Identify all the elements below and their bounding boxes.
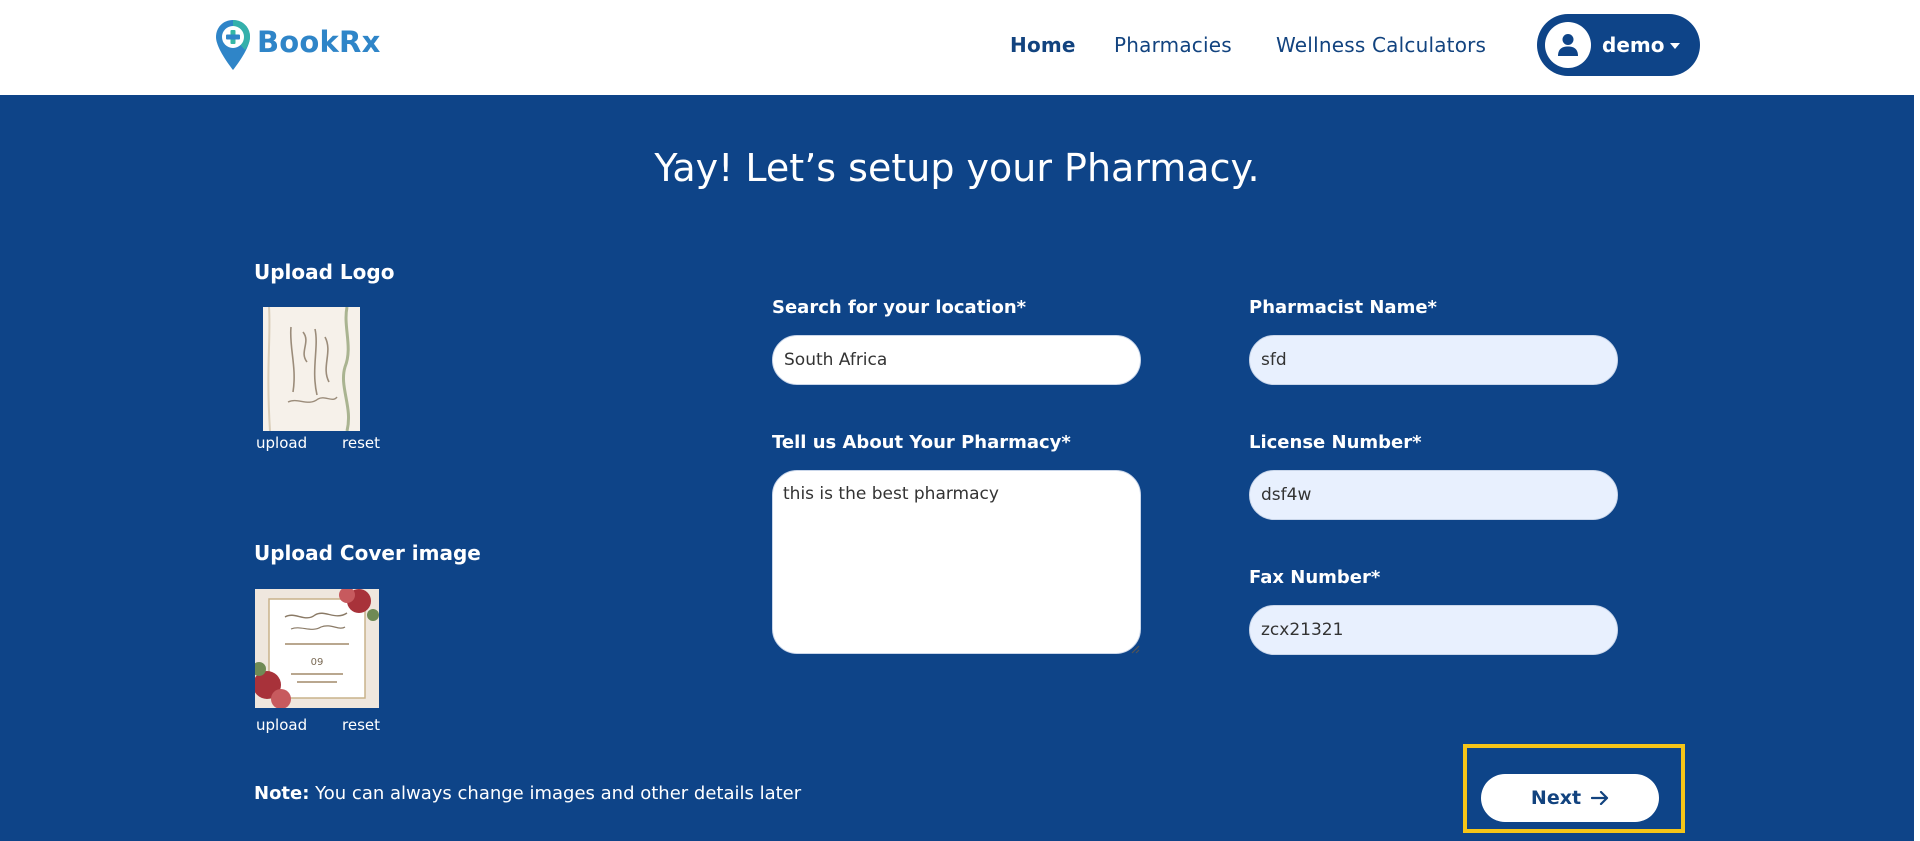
brand-logo[interactable]: BookRx	[214, 19, 380, 71]
user-menu-button[interactable]: demo	[1537, 14, 1700, 76]
fax-number-label: Fax Number*	[1249, 567, 1381, 588]
page-title: Yay! Let’s setup your Pharmacy.	[654, 146, 1260, 190]
location-label: Search for your location*	[772, 297, 1027, 318]
chevron-down-icon	[1670, 43, 1681, 49]
nav-wellness-item[interactable]: Wellness Calculators	[1276, 33, 1486, 57]
logo-reset-link[interactable]: reset	[342, 434, 380, 452]
user-icon	[1558, 34, 1578, 56]
cover-upload-link[interactable]: upload	[256, 716, 307, 734]
about-pharmacy-textarea[interactable]: this is the best pharmacy	[772, 470, 1141, 654]
next-button[interactable]: Next	[1481, 774, 1659, 822]
cover-reset-link[interactable]: reset	[342, 716, 380, 734]
nav-home-item[interactable]: Home	[1010, 33, 1076, 57]
logo-preview-image	[263, 307, 360, 431]
license-number-input[interactable]	[1249, 470, 1618, 520]
top-navbar: BookRx Home Pharmacies Wellness Calculat…	[0, 0, 1914, 95]
note-text: Note: You can always change images and o…	[254, 783, 801, 804]
upload-cover-heading: Upload Cover image	[254, 541, 481, 565]
pharmacist-name-input[interactable]	[1249, 335, 1618, 385]
nav-link-home[interactable]: Home	[1010, 33, 1076, 57]
scrollbar[interactable]	[1914, 0, 1920, 841]
logo-upload-link[interactable]: upload	[256, 434, 307, 452]
user-name: demo	[1602, 33, 1665, 57]
about-label: Tell us About Your Pharmacy*	[772, 432, 1071, 453]
upload-logo-heading: Upload Logo	[254, 260, 395, 284]
brand-name: BookRx	[257, 25, 381, 59]
pharmacist-name-label: Pharmacist Name*	[1249, 297, 1437, 318]
cover-preview-image: 09	[255, 589, 379, 708]
location-search-input[interactable]	[772, 335, 1141, 385]
nav-link-wellness-calculators[interactable]: Wellness Calculators	[1276, 33, 1486, 57]
next-button-label: Next	[1530, 787, 1582, 809]
license-number-label: License Number*	[1249, 432, 1422, 453]
note-body: You can always change images and other d…	[309, 783, 802, 804]
resize-handle-icon[interactable]	[1130, 644, 1140, 654]
svg-text:09: 09	[311, 657, 324, 668]
arrow-right-icon	[1591, 791, 1609, 805]
nav-pharmacies-item[interactable]: Pharmacies	[1114, 33, 1232, 57]
map-pin-plus-icon	[216, 20, 250, 70]
avatar	[1545, 22, 1591, 68]
fax-number-input[interactable]	[1249, 605, 1618, 655]
nav-link-pharmacies[interactable]: Pharmacies	[1114, 33, 1232, 57]
note-prefix: Note:	[254, 783, 310, 804]
